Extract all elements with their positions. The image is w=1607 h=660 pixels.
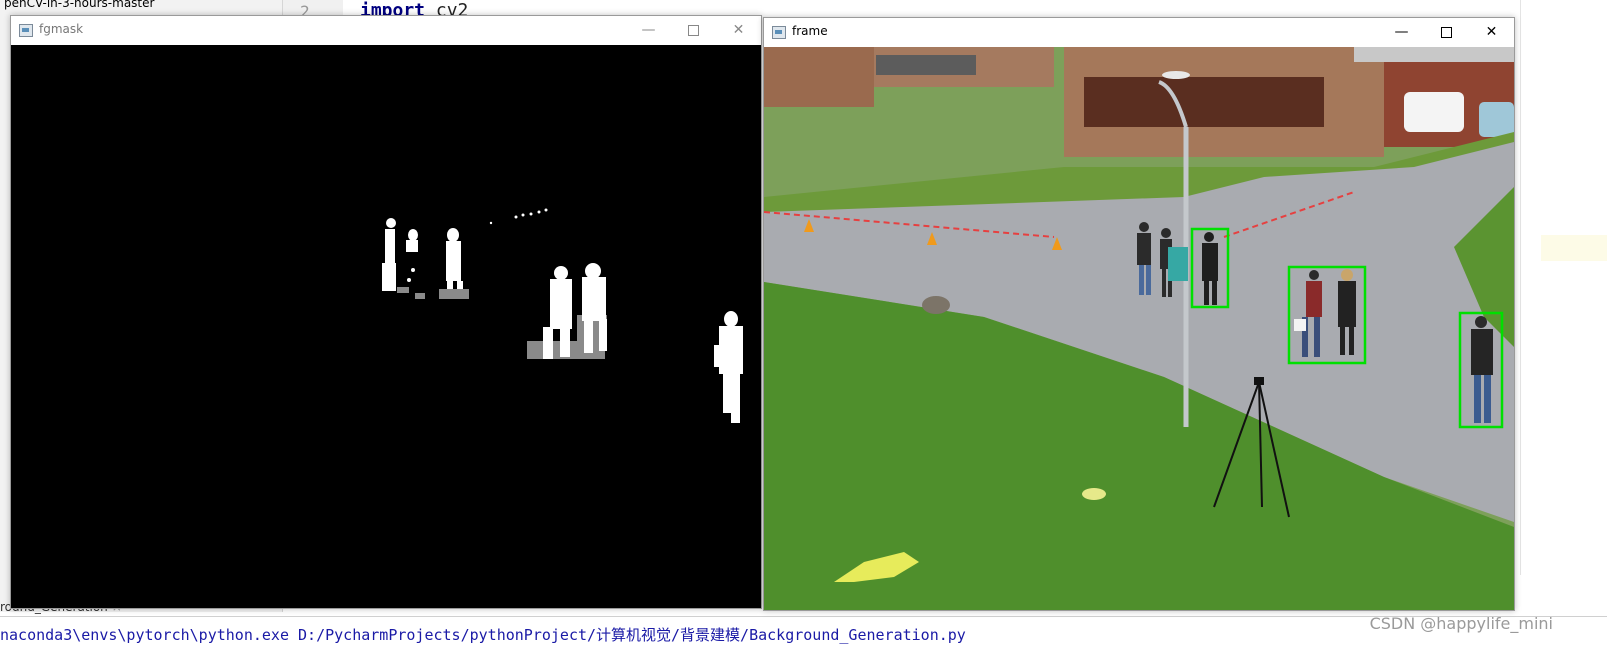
window-title: frame bbox=[792, 24, 828, 38]
window-title: fgmask bbox=[39, 22, 84, 36]
opencv-window-icon bbox=[772, 26, 786, 39]
maximize-icon[interactable] bbox=[671, 16, 716, 45]
run-command: naconda3\envs\pytorch\python.exe D:/Pych… bbox=[0, 626, 966, 644]
frame-window[interactable]: frame — ✕ bbox=[763, 17, 1515, 611]
fgmask-window[interactable]: fgmask — ✕ bbox=[10, 15, 762, 609]
current-line-highlight bbox=[1541, 235, 1607, 261]
close-icon[interactable]: ✕ bbox=[716, 16, 761, 45]
frame-scene bbox=[764, 47, 1514, 610]
close-icon[interactable]: ✕ bbox=[1469, 18, 1514, 47]
fgmask-titlebar[interactable]: fgmask — ✕ bbox=[11, 16, 761, 45]
editor-area[interactable] bbox=[1520, 0, 1607, 575]
fgmask-image bbox=[11, 45, 761, 608]
opencv-window-icon bbox=[19, 24, 33, 37]
project-title[interactable]: penCV-in-3-hours-master bbox=[4, 0, 154, 10]
watermark: CSDN @happylife_mini bbox=[1369, 614, 1553, 633]
minimize-icon[interactable]: — bbox=[1379, 18, 1424, 47]
frame-titlebar[interactable]: frame — ✕ bbox=[764, 18, 1514, 47]
maximize-icon[interactable] bbox=[1424, 18, 1469, 47]
minimize-icon[interactable]: — bbox=[626, 16, 671, 45]
fgmask-silhouettes bbox=[382, 208, 743, 423]
frame-image bbox=[764, 47, 1514, 610]
